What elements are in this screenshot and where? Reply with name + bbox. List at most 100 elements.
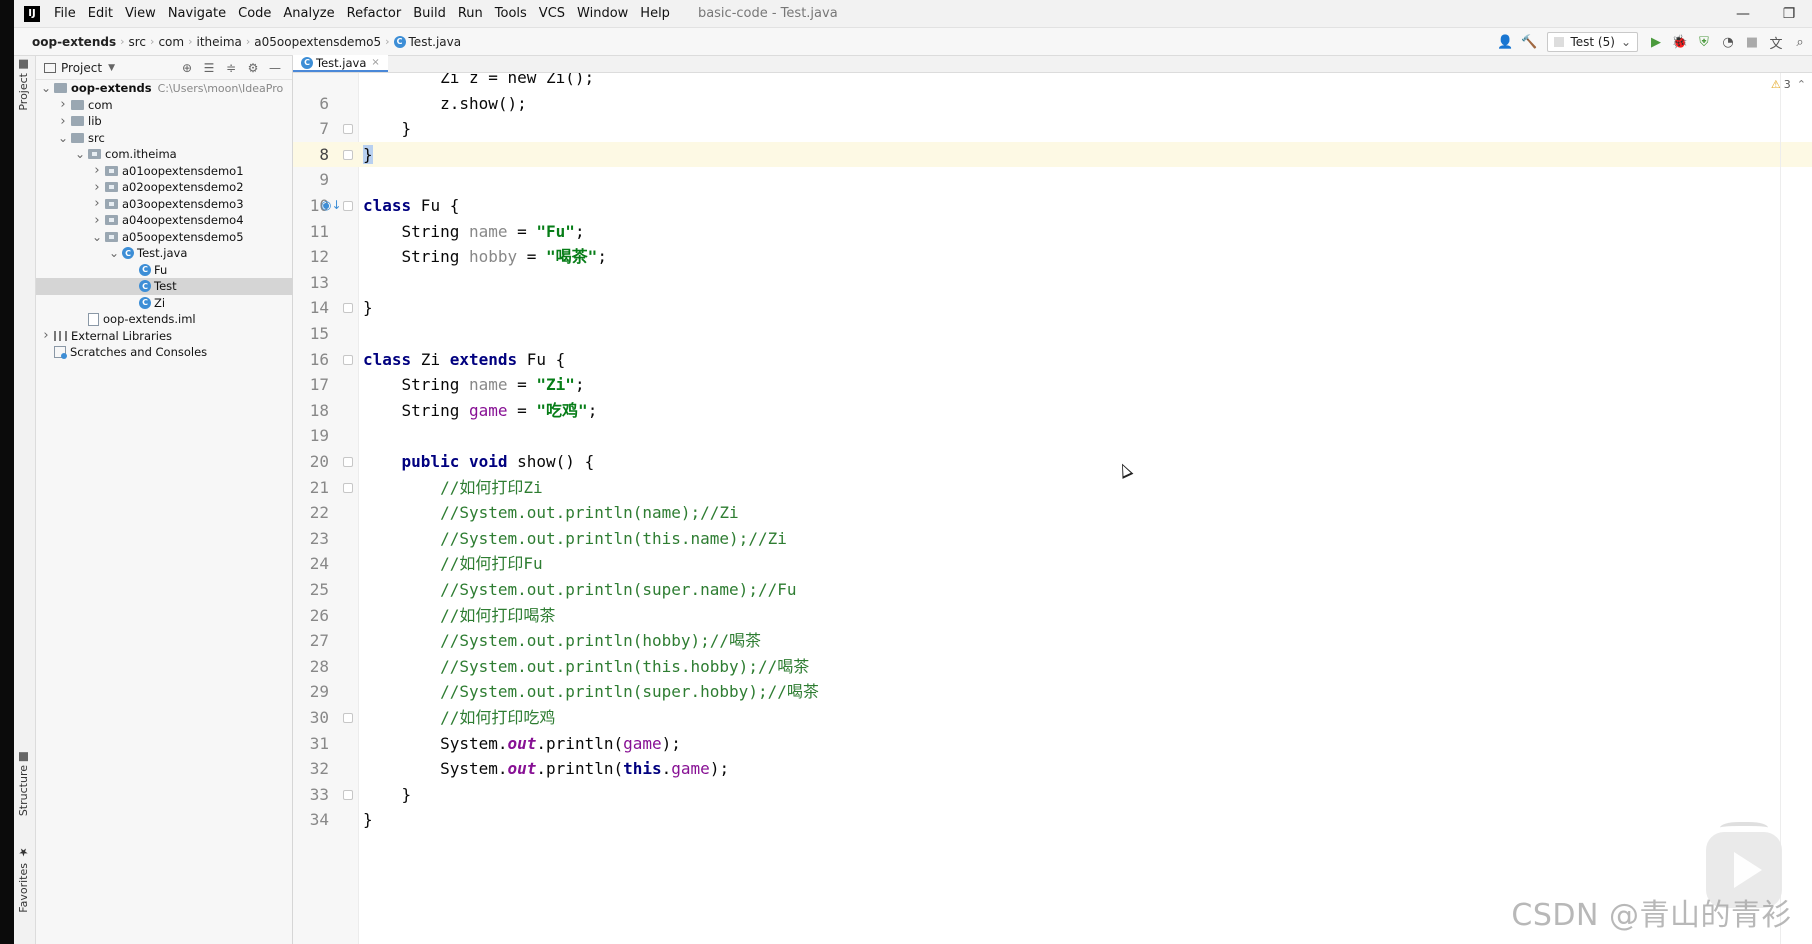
search-icon[interactable]: ⌕ xyxy=(1790,32,1810,52)
fold-icon[interactable] xyxy=(343,354,353,365)
line-number: 19 xyxy=(309,426,329,446)
menu-build[interactable]: Build xyxy=(407,6,452,21)
menu-edit[interactable]: Edit xyxy=(82,6,119,21)
tree-item[interactable]: › a04oopextensdemo4 xyxy=(36,212,293,229)
chevron-down-icon[interactable]: ⌄ xyxy=(57,131,69,145)
run-icon[interactable]: ▶ xyxy=(1646,32,1666,52)
tree-item[interactable]: C Test xyxy=(36,278,293,295)
tree-item[interactable]: ⌄ src xyxy=(36,130,293,147)
profile-icon[interactable]: ◔ xyxy=(1718,32,1738,52)
code-text-area[interactable]: Zi z = new Zi(); z.show(); }} class Fu { … xyxy=(359,73,1812,944)
fold-icon[interactable] xyxy=(343,713,353,723)
breadcrumb-item[interactable]: a05oopextensdemo5 xyxy=(250,35,385,49)
tree-item[interactable]: › a03oopextensdemo3 xyxy=(36,196,293,213)
tree-item[interactable]: ⌄ oop-extends C:\Users\moon\IdeaPro xyxy=(36,80,293,97)
tree-item[interactable]: › a01oopextensdemo1 xyxy=(36,163,293,180)
menu-view[interactable]: View xyxy=(119,6,162,21)
expand-all-icon[interactable]: ☰ xyxy=(200,58,218,78)
tree-item[interactable]: C Zi xyxy=(36,295,293,312)
class-icon: C xyxy=(393,35,406,48)
menu-refactor[interactable]: Refactor xyxy=(341,6,408,21)
breadcrumb-item[interactable]: itheima xyxy=(192,35,245,49)
chevron-down-icon[interactable]: ⌄ xyxy=(40,81,52,95)
structure-tool-tab[interactable]: Structure xyxy=(17,752,30,816)
tree-item[interactable]: C Fu xyxy=(36,262,293,279)
chevron-right-icon[interactable]: › xyxy=(91,180,103,195)
chevron-right-icon[interactable]: › xyxy=(91,196,103,211)
menu-vcs[interactable]: VCS xyxy=(533,6,571,21)
line-number: 12 xyxy=(309,247,329,267)
tree-item[interactable]: ⌄ a05oopextensdemo5 xyxy=(36,229,293,246)
restore-button[interactable]: ❐ xyxy=(1766,0,1812,28)
menu-tools[interactable]: Tools xyxy=(489,6,533,21)
chevron-down-icon[interactable]: ⌄ xyxy=(74,147,86,161)
tree-item[interactable]: › External Libraries xyxy=(36,328,293,345)
project-tool-tab[interactable]: Project xyxy=(17,60,30,111)
coverage-icon[interactable]: ⛨ xyxy=(1694,32,1714,52)
tree-item[interactable]: › com xyxy=(36,97,293,114)
chevron-down-icon[interactable]: ⌄ xyxy=(108,246,120,260)
inspection-widget[interactable]: ⚠ 3 ⌃ xyxy=(1771,78,1806,91)
left-tool-window-strip: Project Structure Favorites ★ xyxy=(14,56,36,944)
class-icon: C xyxy=(139,263,151,276)
tree-item[interactable]: › lib xyxy=(36,113,293,130)
menu-navigate[interactable]: Navigate xyxy=(162,6,232,21)
minimize-button[interactable]: — xyxy=(1720,0,1766,28)
chevron-right-icon[interactable]: › xyxy=(91,213,103,228)
breadcrumb-item[interactable]: src xyxy=(125,35,151,49)
translate-icon[interactable]: 文 xyxy=(1766,32,1786,52)
tree-item[interactable]: ⌄ C Test.java xyxy=(36,245,293,262)
tree-item[interactable]: Scratches and Consoles xyxy=(36,344,293,361)
close-icon[interactable]: × xyxy=(371,57,379,68)
fold-icon[interactable] xyxy=(343,149,353,160)
user-icon[interactable]: 👤 xyxy=(1495,32,1515,52)
window-controls: — ❐ xyxy=(1720,0,1812,28)
stop-icon[interactable]: ■ xyxy=(1742,32,1762,52)
tree-item[interactable]: oop-extends.iml xyxy=(36,311,293,328)
breadcrumb-item[interactable]: oop-extends xyxy=(14,35,120,49)
code-line: System.out.println(game); xyxy=(363,731,681,757)
run-configuration-select[interactable]: Test (5) ⌄ xyxy=(1547,32,1638,52)
code-token: } xyxy=(363,810,373,830)
fold-icon[interactable] xyxy=(343,457,353,467)
fold-icon[interactable] xyxy=(343,201,353,211)
chevron-right-icon[interactable]: › xyxy=(57,97,69,112)
chevron-right-icon[interactable]: › xyxy=(57,114,69,129)
menu-window[interactable]: Window xyxy=(571,6,634,21)
project-panel-header: Project ▼ ⊕ ☰ ≑ ⚙ — xyxy=(36,56,292,80)
code-line: } xyxy=(363,142,373,168)
chevron-down-icon[interactable]: ⌄ xyxy=(91,230,103,244)
collapse-all-icon[interactable]: ≑ xyxy=(222,58,240,78)
code-token: "Fu" xyxy=(536,221,575,241)
code-line: String hobby = "喝茶"; xyxy=(363,244,607,270)
menu-analyze[interactable]: Analyze xyxy=(277,6,340,21)
line-number: 28 xyxy=(309,656,329,676)
overridden-icon[interactable]: ◉↓ xyxy=(321,198,342,212)
project-view-selector[interactable]: Project ▼ xyxy=(44,61,115,75)
fold-icon[interactable] xyxy=(343,482,353,493)
breadcrumb-item[interactable]: C Test.java xyxy=(390,35,466,49)
tree-item[interactable]: › a02oopextensdemo2 xyxy=(36,179,293,196)
tree-item[interactable]: ⌄ com.itheima xyxy=(36,146,293,163)
project-tree: ⌄ oop-extends C:\Users\moon\IdeaPro › com › li… xyxy=(36,80,293,361)
debug-icon[interactable]: 🐞 xyxy=(1670,32,1690,52)
chevron-right-icon[interactable]: › xyxy=(40,328,52,343)
locate-icon[interactable]: ⊕ xyxy=(178,58,196,78)
hammer-icon[interactable]: 🔨 xyxy=(1519,32,1539,52)
menu-help[interactable]: Help xyxy=(634,6,676,21)
gear-icon[interactable]: ⚙ xyxy=(244,58,262,78)
breadcrumb-item[interactable]: com xyxy=(154,35,188,49)
hide-icon[interactable]: — xyxy=(266,58,284,78)
favorites-tool-tab[interactable]: Favorites ★ xyxy=(17,846,30,913)
fold-icon[interactable] xyxy=(343,124,353,135)
fold-icon[interactable] xyxy=(343,789,353,800)
menu-file[interactable]: File xyxy=(48,6,82,21)
fold-icon[interactable] xyxy=(343,303,353,314)
code-token: name xyxy=(468,221,508,241)
code-line: String game = "吃鸡"; xyxy=(363,398,598,424)
code-token: Zi xyxy=(411,349,450,369)
menu-run[interactable]: Run xyxy=(452,6,489,21)
menu-code[interactable]: Code xyxy=(232,6,277,21)
chevron-right-icon[interactable]: › xyxy=(91,163,103,178)
